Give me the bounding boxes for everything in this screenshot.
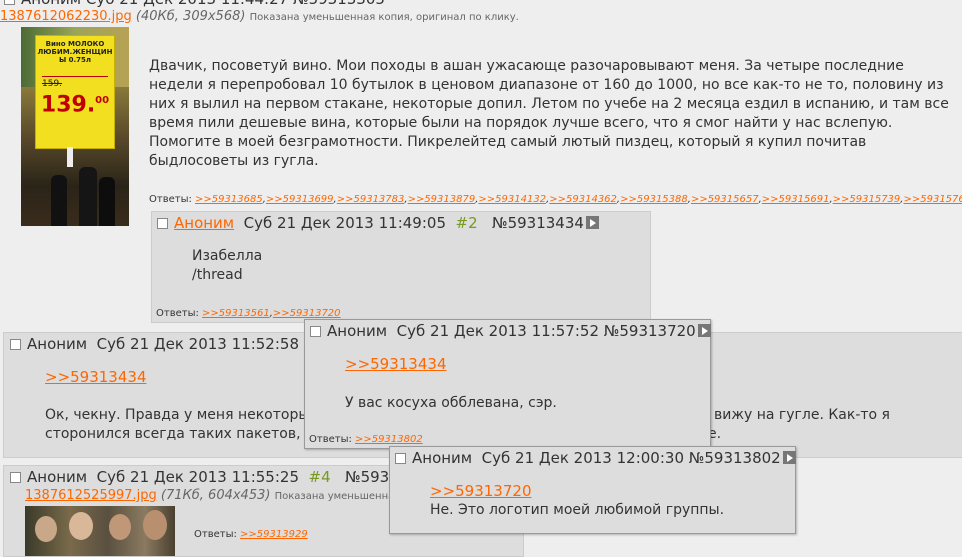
poster-name: Аноним [27, 335, 88, 353]
poster-name: Аноним [27, 468, 88, 486]
popup-checkbox[interactable] [310, 326, 321, 337]
reply-link[interactable]: >>59313561 [202, 308, 270, 319]
tag-line-3: Ы 0.75л [58, 56, 92, 64]
reply-link[interactable]: >>59313879 [408, 194, 476, 205]
op-file-link[interactable]: 1387612062230.jpg [0, 9, 132, 24]
preview-popup-59313720: Аноним Суб 21 Дек 2013 11:57:52 №5931372… [304, 319, 711, 449]
popup-header: Аноним Суб 21 Дек 2013 12:00:30 №5931380… [395, 449, 796, 467]
expand-arrow-icon[interactable] [585, 216, 599, 229]
popup-message: У вас косуха обблевана, сэр. [345, 395, 557, 411]
quote-link[interactable]: >>59313720 [430, 482, 531, 500]
quote-link[interactable]: >>59313434 [45, 368, 146, 386]
reply-link[interactable]: >>59313685 [195, 194, 263, 205]
op-thumbnail[interactable]: Вино МОЛОКО ЛЮБИМ.ЖЕНЩИН Ы 0.75л 159. 13… [21, 27, 129, 226]
post-number[interactable]: №59313434 [492, 214, 584, 232]
op-message: Двачик, посоветуй вино. Мои походы в аша… [149, 58, 949, 169]
reply-link[interactable]: >>59315767 [903, 194, 962, 205]
post-file-note: Показана уменьшенная [274, 491, 401, 502]
op-file-note: Показана уменьшенная копия, оригинал по … [249, 12, 519, 23]
reply-link[interactable]: >>59314362 [549, 194, 617, 205]
post-replies: Ответы: >>59313929 [194, 529, 308, 540]
reply-link[interactable]: >>59313802 [355, 434, 423, 445]
tag-line-1: Вино МОЛОКО [45, 40, 105, 48]
reply-link[interactable]: >>59313783 [337, 194, 405, 205]
quote-link[interactable]: >>59313434 [345, 355, 446, 373]
post-number[interactable]: №59313720 [604, 322, 696, 340]
post-index: #4 [308, 468, 331, 486]
post-message-line-1: Изабелла [192, 248, 263, 264]
post-replies: Ответы: >>59313561,>>59313720 [156, 308, 341, 319]
post-message-left-2: сторонился всегда таких пакетов, н [45, 426, 315, 442]
post-date: Суб 21 Дек 2013 11:52:58 [96, 335, 299, 353]
op-checkbox[interactable] [4, 0, 15, 5]
reply-link[interactable]: >>59313720 [273, 308, 341, 319]
post-file-meta: (71Кб, 604x453) [160, 488, 271, 503]
reply-link[interactable]: >>59315691 [762, 194, 830, 205]
post-quote: >>59313434 [45, 368, 146, 387]
post-header: Аноним Суб 21 Дек 2013 11:55:25 #4 №5931… [10, 468, 408, 486]
price-tag: Вино МОЛОКО ЛЮБИМ.ЖЕНЩИН Ы 0.75л 159. 13… [35, 35, 115, 149]
poster-name[interactable]: Аноним [174, 214, 234, 232]
post-date: Суб 21 Дек 2013 12:00:30 [481, 449, 684, 467]
post-header: Аноним Суб 21 Дек 2013 11:52:58 [10, 335, 299, 353]
poster-name: Аноним [327, 322, 388, 340]
post-header: Аноним Суб 21 Дек 2013 11:49:05 #2 №5931… [157, 214, 599, 232]
post-checkbox[interactable] [157, 218, 168, 229]
post-checkbox[interactable] [10, 472, 21, 483]
reply-link[interactable]: >>59315388 [620, 194, 688, 205]
post-date: Суб 21 Дек 2013 11:49:05 [243, 214, 446, 232]
post-date: Суб 21 Дек 2013 11:57:52 [396, 322, 599, 340]
reply-link[interactable]: >>59315739 [833, 194, 901, 205]
post-file-info: 1387612525997.jpg (71Кб, 604x453) Показа… [25, 488, 400, 503]
reply-link[interactable]: >>59313929 [240, 529, 308, 540]
op-file-meta: (40Кб, 309x568) [135, 9, 246, 24]
post-59313434: Аноним Суб 21 Дек 2013 11:49:05 #2 №5931… [151, 211, 651, 323]
popup-checkbox[interactable] [395, 453, 406, 464]
op-header-partial: Аноним Суб 21 Дек 2013 11:44:27 №5931330… [4, 0, 385, 8]
op-file-info: 1387612062230.jpg (40Кб, 309x568) Показа… [0, 9, 519, 24]
popup-message: Не. Это логотип моей любимой группы. [430, 502, 725, 518]
poster-name: Аноним [412, 449, 473, 467]
tag-old-price: 159. [42, 79, 63, 89]
post-message-line-2: /thread [192, 267, 243, 283]
post-date: Суб 21 Дек 2013 11:55:25 [96, 468, 299, 486]
post-file-link[interactable]: 1387612525997.jpg [25, 488, 157, 503]
op-replies: Ответы: >>59313685,>>59313699,>>59313783… [149, 194, 962, 205]
reply-link[interactable]: >>59313699 [266, 194, 334, 205]
post-message-left-1: Ок, чекну. Правда у меня некоторы [45, 407, 310, 423]
post-checkbox[interactable] [10, 339, 21, 350]
preview-popup-59313802: Аноним Суб 21 Дек 2013 12:00:30 №5931380… [389, 446, 796, 534]
popup-quote: >>59313434 [345, 355, 446, 374]
reply-link[interactable]: >>59315657 [691, 194, 759, 205]
post-index: #2 [455, 214, 478, 232]
expand-arrow-icon[interactable] [697, 324, 711, 337]
expand-arrow-icon[interactable] [782, 451, 796, 464]
post-number[interactable]: №59313802 [689, 449, 781, 467]
popup-quote: >>59313720 [430, 482, 531, 501]
post-message-right-1: вижу на гугле. Как-то я [714, 407, 890, 423]
reply-link[interactable]: >>59314132 [478, 194, 546, 205]
popup-replies: Ответы: >>59313802 [309, 434, 423, 445]
post-thumbnail[interactable] [25, 506, 175, 556]
tag-price: 139.00 [40, 92, 110, 118]
popup-header: Аноним Суб 21 Дек 2013 11:57:52 №5931372… [310, 322, 711, 340]
tag-line-2: ЛЮБИМ.ЖЕНЩИН [37, 48, 113, 56]
